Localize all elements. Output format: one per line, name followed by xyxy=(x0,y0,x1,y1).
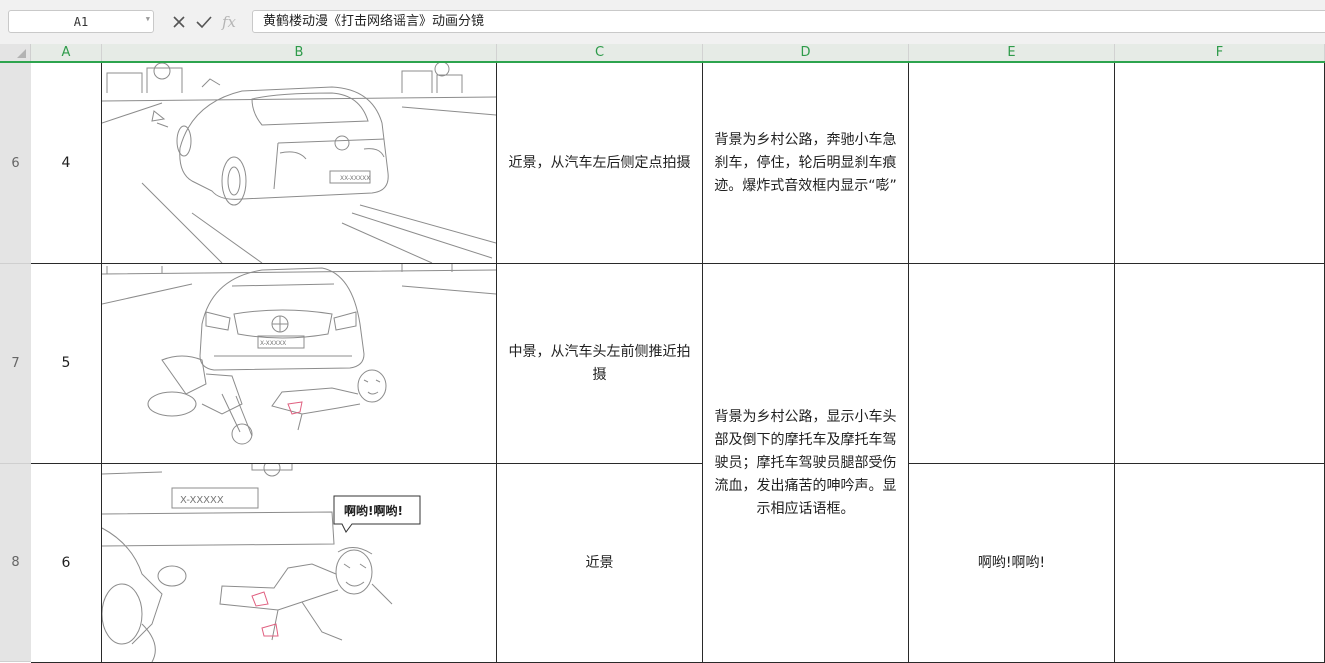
cell-c6[interactable]: 近景，从汽车左后侧定点拍摄 xyxy=(497,63,703,264)
dialogue-text: 啊哟!啊哟! xyxy=(977,554,1046,571)
shot-type-text: 近景 xyxy=(585,554,614,571)
cell-e6[interactable] xyxy=(909,63,1115,264)
cell-a6[interactable]: 4 xyxy=(31,63,102,264)
license-plate-text: X-XXXXX xyxy=(180,495,224,506)
column-header-b[interactable]: B xyxy=(102,44,497,61)
confirm-icon[interactable] xyxy=(196,15,212,29)
shot-type-text: 近景，从汽车左后侧定点拍摄 xyxy=(508,154,691,171)
shot-number: 4 xyxy=(61,154,71,171)
formula-bar: A1 ▼ fx 黄鹤楼动漫《打击网络谣言》动画分镜 xyxy=(0,0,1325,44)
license-plate-text: X-XXXXX xyxy=(260,340,286,347)
cell-b6-storyboard-frame[interactable]: XX-XXXXX xyxy=(102,63,497,264)
row-header-7[interactable]: 7 xyxy=(0,264,31,464)
row-header-6[interactable]: 6 xyxy=(0,63,31,264)
description-text: 背景为乡村公路，奔驰小车急刹车，停住，轮后明显刹车痕迹。爆炸式音效框内显示“嘭” xyxy=(714,131,897,194)
license-plate-text: XX-XXXXX xyxy=(340,175,370,182)
name-box-value: A1 xyxy=(73,14,89,29)
cell-f6[interactable] xyxy=(1115,63,1325,264)
cell-c8[interactable]: 近景 xyxy=(497,464,703,663)
description-text: 背景为乡村公路，显示小车头部及倒下的摩托车及摩托车驾驶员；摩托车驾驶员腿部受伤流… xyxy=(714,408,897,517)
shot-number: 5 xyxy=(61,355,71,371)
column-header-a[interactable]: A xyxy=(31,44,102,61)
name-box[interactable]: A1 ▼ xyxy=(8,10,154,33)
column-header-f[interactable]: F xyxy=(1115,44,1325,61)
column-header-bar: A B C D E F xyxy=(0,44,1325,63)
cell-b7-storyboard-frame[interactable]: X-XXXXX xyxy=(102,264,497,464)
row-header-8[interactable]: 8 xyxy=(0,464,31,662)
cell-e8[interactable]: 啊哟!啊哟! xyxy=(909,464,1115,663)
column-header-e[interactable]: E xyxy=(909,44,1115,61)
cancel-icon[interactable] xyxy=(172,15,186,29)
cell-f7[interactable] xyxy=(1115,264,1325,464)
cell-a7[interactable]: 5 xyxy=(31,264,102,464)
storyboard-sketch-rider-closeup: 啊哟!啊哟! X-XXXXX xyxy=(102,464,421,662)
cell-d7-d8-merged[interactable]: 背景为乡村公路，显示小车头部及倒下的摩托车及摩托车驾驶员；摩托车驾驶员腿部受伤流… xyxy=(703,264,909,663)
formula-input[interactable]: 黄鹤楼动漫《打击网络谣言》动画分镜 xyxy=(252,10,1325,33)
cell-b8-storyboard-frame[interactable]: 啊哟!啊哟! X-XXXXX xyxy=(102,464,497,663)
function-icon[interactable]: fx xyxy=(222,13,236,31)
column-header-c[interactable]: C xyxy=(497,44,703,61)
cell-a8[interactable]: 6 xyxy=(31,464,102,663)
cell-f8[interactable] xyxy=(1115,464,1325,663)
cell-c7[interactable]: 中景，从汽车头左前侧推近拍摄 xyxy=(497,264,703,464)
select-all-corner[interactable] xyxy=(0,44,31,61)
shot-type-text: 中景，从汽车头左前侧推近拍摄 xyxy=(508,343,691,383)
cell-e7[interactable] xyxy=(909,264,1115,464)
shot-number: 6 xyxy=(61,554,71,571)
storyboard-sketch-car-braking: XX-XXXXX xyxy=(102,63,496,263)
storyboard-sketch-car-and-motorcycle: X-XXXXX xyxy=(102,264,496,445)
chevron-down-icon[interactable]: ▼ xyxy=(146,15,150,23)
cell-d6[interactable]: 背景为乡村公路，奔驰小车急刹车，停住，轮后明显刹车痕迹。爆炸式音效框内显示“嘭” xyxy=(703,63,909,264)
speech-bubble-text: 啊哟!啊哟! xyxy=(344,503,403,518)
column-header-d[interactable]: D xyxy=(703,44,909,61)
